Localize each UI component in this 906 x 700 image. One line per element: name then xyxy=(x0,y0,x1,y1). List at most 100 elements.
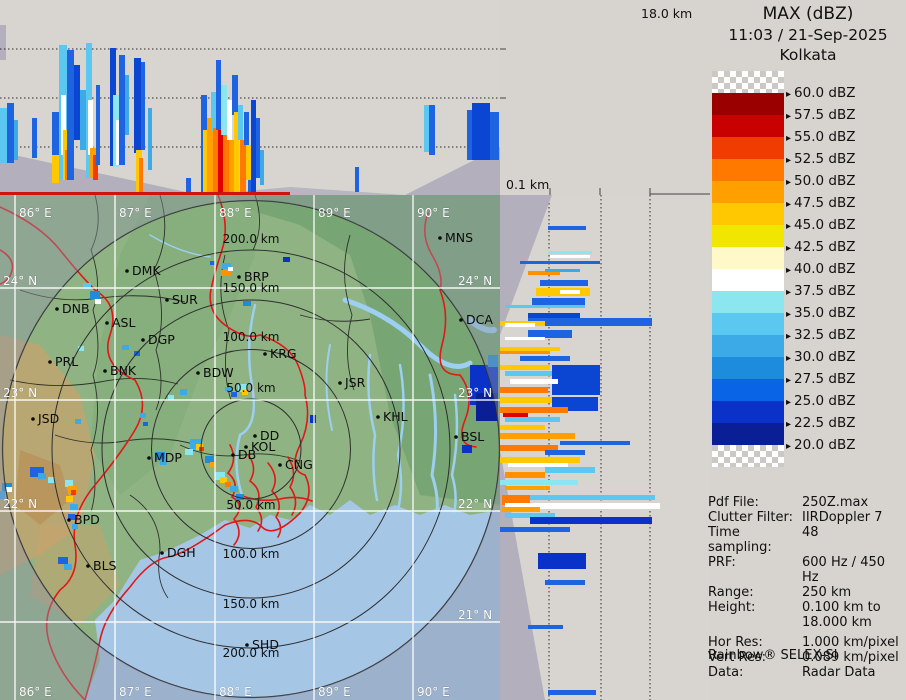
echo-rect xyxy=(80,90,86,150)
legend-swatch xyxy=(712,423,784,445)
legend-label-text: 60.0 dBZ xyxy=(794,85,856,101)
echo-rect xyxy=(500,433,575,439)
echo-rect xyxy=(238,105,243,140)
city-label: DB xyxy=(238,447,256,462)
city-label: KHL xyxy=(383,409,408,424)
legend-swatch xyxy=(712,115,784,137)
legend-swatch xyxy=(712,247,784,269)
echo-rect xyxy=(505,472,545,478)
echo-rect xyxy=(251,100,256,195)
city-label: CNG xyxy=(285,457,313,472)
legend-label: ▸ 20.0 dBZ xyxy=(786,437,855,453)
echo-rect xyxy=(548,226,586,230)
echo-rect xyxy=(90,291,100,299)
echo-rect xyxy=(66,496,73,502)
legend-label-text: 47.5 dBZ xyxy=(794,195,856,211)
echo-rect xyxy=(52,112,59,157)
info-row-label: Pdf File: xyxy=(708,495,759,510)
echo-rect xyxy=(500,425,545,430)
city-marker xyxy=(338,381,342,385)
echo-rect xyxy=(545,450,585,455)
city-label: JSR xyxy=(344,375,366,390)
city-label: BRP xyxy=(244,269,269,284)
city-label: KRG xyxy=(270,346,297,361)
city-label: DGH xyxy=(167,545,196,560)
echo-rect xyxy=(67,50,74,180)
echo-rect xyxy=(70,504,78,511)
city-marker xyxy=(438,236,442,240)
echo-rect xyxy=(211,92,216,132)
echo-rect xyxy=(221,85,227,135)
echo-rect xyxy=(64,564,72,570)
city-marker xyxy=(48,360,52,364)
echo-rect xyxy=(490,112,499,160)
legend-label-text: 52.5 dBZ xyxy=(794,151,856,167)
radar-display: 18.0 km 0.1 km 86° E 86° E 87° E 87° E 8… xyxy=(0,0,906,700)
legend-label-text: 25.0 dBZ xyxy=(794,393,856,409)
product-header: MAX (dBZ) 11:03 / 21-Sep-2025 Kolkata xyxy=(710,4,906,64)
legend-tick-arrow-icon: ▸ xyxy=(786,287,792,298)
echo-rect xyxy=(88,100,93,155)
legend-tick-arrow-icon: ▸ xyxy=(786,397,792,408)
product-datetime: 11:03 / 21-Sep-2025 xyxy=(728,26,888,44)
echo-rect xyxy=(75,419,81,424)
echo-rect xyxy=(528,330,572,338)
echo-rect xyxy=(240,140,246,195)
echo-rect xyxy=(140,413,146,418)
height-min-label: 0.1 km xyxy=(506,177,550,192)
info-row-value: Radar Data xyxy=(802,665,876,680)
info-row-value: IIRDoppler 7 xyxy=(802,510,883,525)
echo-rect xyxy=(505,417,560,422)
echo-rect xyxy=(180,389,187,395)
echo-rect xyxy=(141,62,145,150)
info-row-value: 18.000 km xyxy=(802,615,872,630)
city-marker xyxy=(160,551,164,555)
echo-rect xyxy=(246,145,251,180)
echo-rect xyxy=(505,337,545,340)
legend-swatch xyxy=(712,137,784,159)
legend-tick-arrow-icon: ▸ xyxy=(786,331,792,342)
echo-rect xyxy=(168,395,174,400)
echo-rect xyxy=(96,85,100,165)
height-max-label: 18.0 km xyxy=(641,6,693,21)
echo-rect xyxy=(503,413,528,417)
lon-label-top: 86° E xyxy=(19,206,52,220)
echo-rect xyxy=(244,112,249,145)
legend-tick-arrow-icon: ▸ xyxy=(786,133,792,144)
legend-tick-arrow-icon: ▸ xyxy=(786,441,792,452)
echo-rect xyxy=(134,58,141,153)
info-row: Time sampling: 48 xyxy=(708,525,904,555)
echo-rect xyxy=(520,356,570,361)
echo-rect xyxy=(530,517,652,524)
legend-swatch xyxy=(712,335,784,357)
legend-swatch xyxy=(712,93,784,115)
city-label: BLS xyxy=(93,558,117,573)
city-marker xyxy=(86,564,90,568)
legend-label-text: 20.0 dBZ xyxy=(794,437,856,453)
legend-swatch xyxy=(712,159,784,181)
lon-label-top: 87° E xyxy=(119,206,152,220)
echo-rect xyxy=(355,167,359,192)
legend-label: ▸ 27.5 dBZ xyxy=(786,371,855,387)
info-row: Data: Radar Data xyxy=(708,665,904,680)
info-row-label: Range: xyxy=(708,585,754,600)
info-row-value: 48 xyxy=(802,525,819,540)
city-label: MNS xyxy=(445,230,473,245)
echo-rect xyxy=(500,527,570,532)
echo-rect xyxy=(232,75,238,115)
echo-rect xyxy=(550,255,590,258)
echo-rect xyxy=(467,110,472,160)
echo-rect xyxy=(500,480,578,485)
info-row-value: 0.100 km to xyxy=(802,600,881,615)
legend-swatch xyxy=(712,379,784,401)
echo-rect xyxy=(148,108,152,170)
city-label: DMK xyxy=(132,263,161,278)
legend-label-text: 45.0 dBZ xyxy=(794,217,856,233)
legend-tick-arrow-icon: ▸ xyxy=(786,221,792,232)
legend-tick-arrow-icon: ▸ xyxy=(786,309,792,320)
lon-label-top: 88° E xyxy=(219,206,252,220)
city-marker xyxy=(165,298,169,302)
echo-rect xyxy=(230,486,238,492)
echo-rect xyxy=(429,105,435,155)
city-label: BSL xyxy=(461,429,484,444)
